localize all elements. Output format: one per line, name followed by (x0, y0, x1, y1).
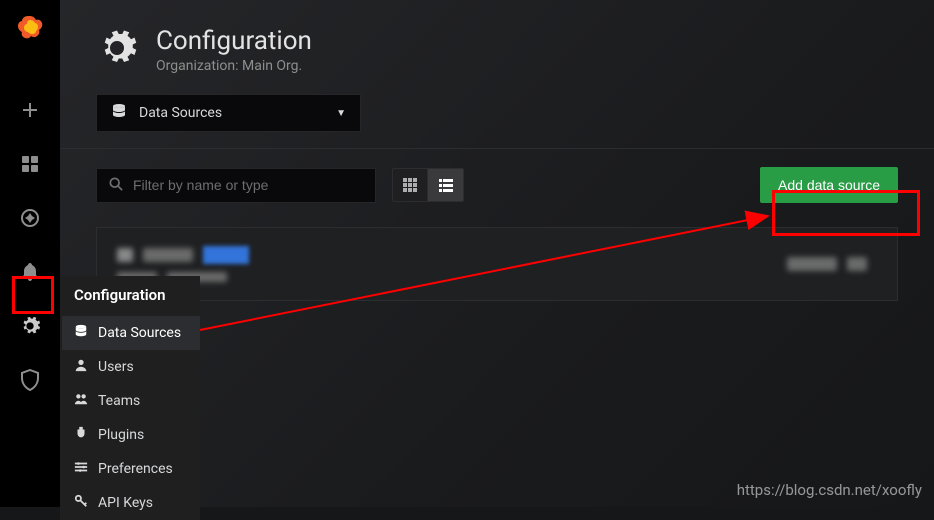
flyout-item-plugins[interactable]: Plugins (62, 418, 200, 452)
flyout-item-label: Plugins (98, 427, 144, 443)
search-input[interactable] (133, 177, 363, 193)
database-icon (111, 103, 127, 123)
grid-view-button[interactable] (392, 168, 428, 202)
gear-icon (96, 27, 138, 73)
grafana-logo[interactable] (10, 10, 50, 50)
search-box[interactable] (96, 168, 376, 203)
flyout-title: Configuration (62, 276, 200, 316)
alerting-icon[interactable] (10, 252, 50, 292)
list-view-button[interactable] (428, 168, 464, 202)
page-title: Configuration (156, 26, 312, 56)
watermark: https://blog.csdn.net/xoofly (737, 481, 922, 499)
user-icon (74, 358, 88, 376)
data-source-row[interactable] (96, 227, 898, 301)
flyout-item-users[interactable]: Users (62, 350, 200, 384)
chevron-down-icon: ▼ (336, 108, 346, 119)
users-icon (74, 392, 88, 410)
dropdown-label: Data Sources (139, 105, 222, 121)
flyout-item-api-keys[interactable]: API Keys (62, 486, 200, 520)
flyout-item-preferences[interactable]: Preferences (62, 452, 200, 486)
key-icon (74, 494, 88, 512)
flyout-item-label: Users (98, 359, 134, 375)
flyout-item-teams[interactable]: Teams (62, 384, 200, 418)
explore-icon[interactable] (10, 198, 50, 238)
configuration-icon[interactable] (10, 306, 50, 346)
flyout-item-data-sources[interactable]: Data Sources (62, 316, 200, 350)
toolbar: Add data source (60, 149, 934, 221)
search-icon (109, 176, 123, 195)
configuration-flyout: Configuration Data Sources Users Teams P… (60, 276, 200, 520)
add-data-source-button[interactable]: Add data source (760, 167, 898, 203)
section-dropdown[interactable]: Data Sources ▼ (96, 94, 361, 132)
sidebar (0, 0, 60, 507)
page-subtitle: Organization: Main Org. (156, 58, 312, 74)
dashboards-icon[interactable] (10, 144, 50, 184)
page-header: Configuration Organization: Main Org. (60, 0, 934, 86)
flyout-item-label: API Keys (98, 495, 153, 511)
database-icon (74, 324, 88, 342)
sliders-icon (74, 460, 88, 478)
server-admin-icon[interactable] (10, 360, 50, 400)
flyout-item-label: Teams (98, 393, 140, 409)
flyout-item-label: Data Sources (98, 325, 181, 341)
add-icon[interactable] (10, 90, 50, 130)
plug-icon (74, 426, 88, 444)
flyout-item-label: Preferences (98, 461, 173, 477)
